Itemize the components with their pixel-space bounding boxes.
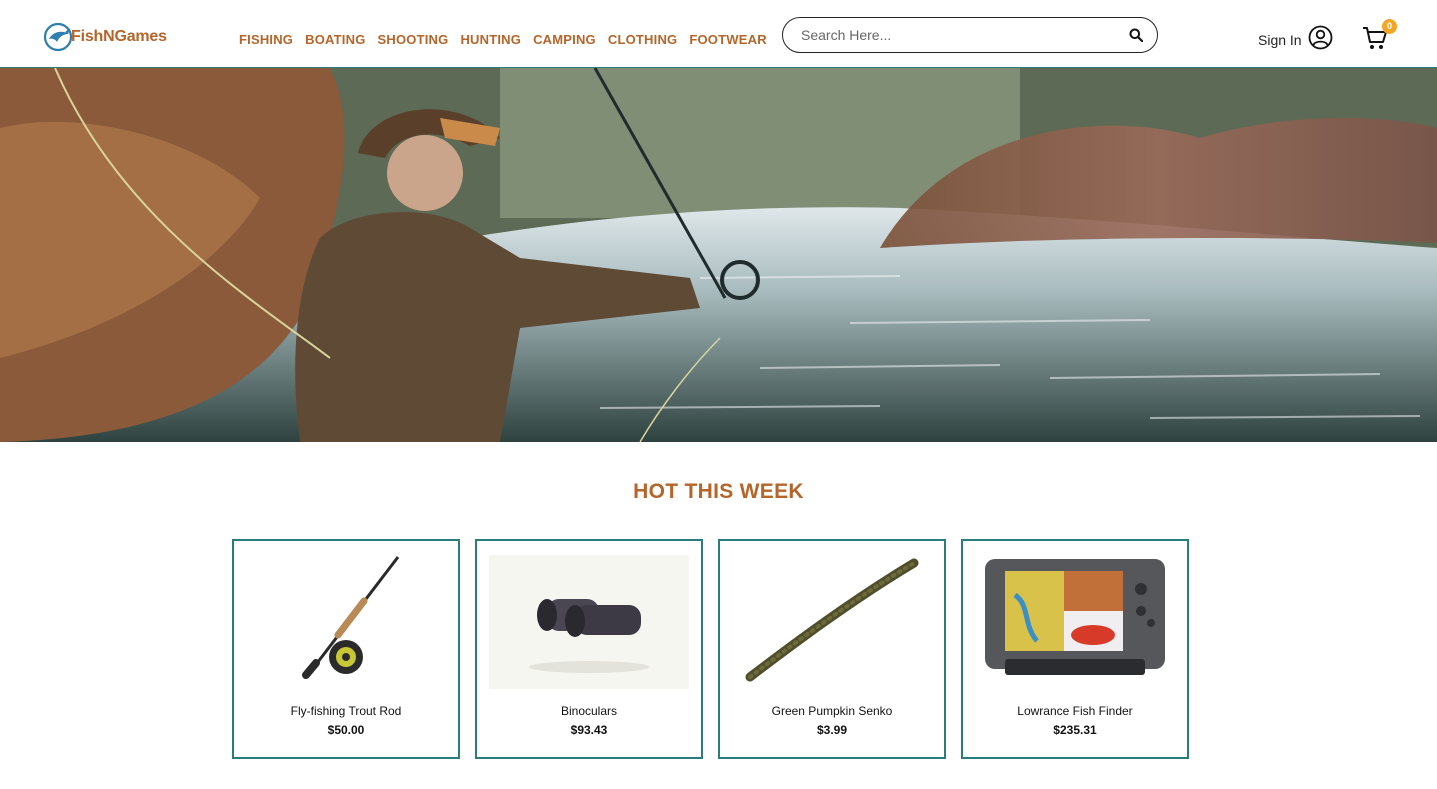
sign-in-button[interactable]: Sign In <box>1258 25 1333 50</box>
product-price: $93.43 <box>570 723 608 737</box>
user-icon <box>1308 25 1332 50</box>
site-header: FishNGames FISHING BOATING SHOOTING HUNT… <box>0 0 1437 68</box>
product-price: $50.00 <box>327 723 365 737</box>
brand-name: FishNGames <box>71 28 167 45</box>
product-name: Lowrance Fish Finder <box>1017 704 1133 718</box>
fish-finder-image <box>985 559 1165 675</box>
nav-camping[interactable]: CAMPING <box>533 32 596 47</box>
brand-logo[interactable]: FishNGames <box>43 21 167 53</box>
product-name: Fly-fishing Trout Rod <box>290 704 402 718</box>
product-card[interactable]: Fly-fishing Trout Rod $50.00 <box>232 539 460 759</box>
nav-hunting[interactable]: HUNTING <box>460 32 521 47</box>
product-price: $235.31 <box>1053 723 1097 737</box>
section-title: HOT THIS WEEK <box>633 480 804 503</box>
product-name: Binoculars <box>560 704 618 718</box>
hero-banner <box>0 68 1437 442</box>
search-bar <box>782 17 1158 53</box>
fly-rod-image <box>302 556 400 679</box>
nav-fishing[interactable]: FISHING <box>239 32 293 47</box>
product-name: Green Pumpkin Senko <box>771 704 893 718</box>
nav-footwear[interactable]: FOOTWEAR <box>689 32 766 47</box>
product-card[interactable]: Lowrance Fish Finder $235.31 <box>961 539 1189 759</box>
cart-button[interactable]: 0 <box>1362 19 1397 51</box>
search-input[interactable] <box>801 27 1127 43</box>
nav-shooting[interactable]: SHOOTING <box>378 32 449 47</box>
binoculars-image <box>489 555 689 689</box>
search-button[interactable] <box>1127 26 1145 44</box>
nav-clothing[interactable]: CLOTHING <box>608 32 677 47</box>
product-price: $3.99 <box>816 723 848 737</box>
product-card[interactable]: Binoculars $93.43 <box>475 539 703 759</box>
cart-count-badge: 0 <box>1382 19 1397 34</box>
nav-boating[interactable]: BOATING <box>305 32 365 47</box>
fish-logo-icon <box>43 22 73 52</box>
sign-in-label: Sign In <box>1258 31 1302 48</box>
product-grid: Fly-fishing Trout Rod $50.00 Binoculars … <box>232 539 1189 759</box>
main-nav: FISHING BOATING SHOOTING HUNTING CAMPING… <box>239 32 767 47</box>
search-icon <box>1129 28 1143 42</box>
senko-lure-image <box>745 558 919 682</box>
product-card[interactable]: Green Pumpkin Senko $3.99 <box>718 539 946 759</box>
hero-fly-fishing-image <box>0 68 1437 442</box>
